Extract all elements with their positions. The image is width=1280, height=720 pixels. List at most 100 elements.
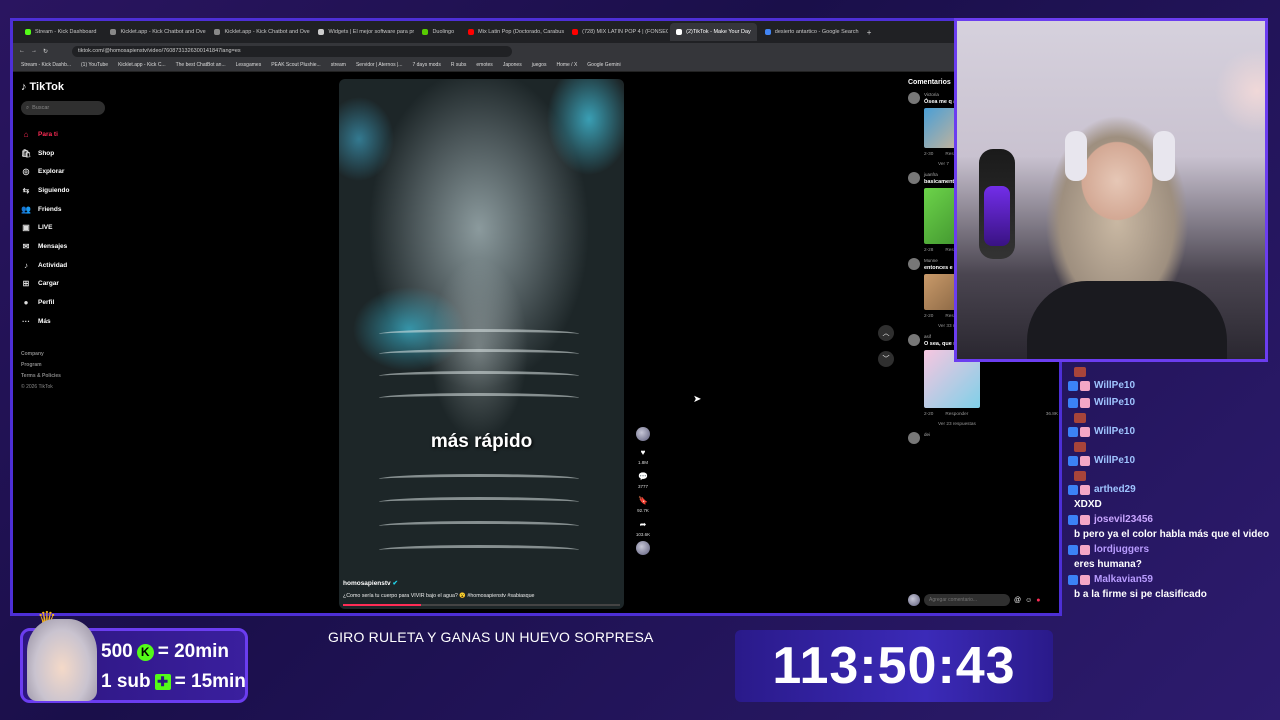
bookmark-item[interactable]: Stream - Kick Dashb... <box>21 62 71 68</box>
browser-tab[interactable]: Kicklet.app - Kick Chatbot and Overl <box>208 23 310 41</box>
mascot-avatar <box>27 619 97 701</box>
badge-icon <box>1068 426 1078 437</box>
sidebar-item-more[interactable]: ··· Más <box>21 312 121 331</box>
bookmark-item[interactable]: juegos <box>532 62 547 68</box>
music-disc-icon[interactable] <box>636 541 650 555</box>
sidebar-item-profile[interactable]: ● Perfil <box>21 293 121 312</box>
footer-terms-link[interactable]: Terms & Policies <box>21 371 121 382</box>
video-visual <box>379 497 579 507</box>
comment-icon[interactable]: 💬 <box>636 469 650 483</box>
chat-username[interactable]: WillPe10 <box>1094 397 1135 408</box>
commenter-avatar[interactable] <box>908 334 920 346</box>
bookmark-item[interactable]: Google Gemini <box>587 62 620 68</box>
subathon-timer: 113:50:43 <box>735 630 1053 702</box>
bookmark-item[interactable]: Kicklet.app - Kick C... <box>118 62 166 68</box>
commenter-avatar[interactable] <box>908 432 920 444</box>
browser-tab[interactable]: desierto antartico - Google Search <box>759 23 861 41</box>
badge-icon <box>1068 380 1078 391</box>
bookmark-item[interactable]: Lessgames <box>236 62 262 68</box>
chat-username[interactable]: WillPe10 <box>1094 426 1135 437</box>
webcam-feed <box>954 18 1268 362</box>
reply-button[interactable]: Responder <box>945 411 968 416</box>
emoji-icon[interactable]: ☺ <box>1025 597 1032 604</box>
sidebar-item-label: Friends <box>38 205 62 213</box>
bookmark-item[interactable]: stream <box>331 62 346 68</box>
browser-tab[interactable]: Duolingo <box>416 23 460 41</box>
tab-favicon-icon <box>25 29 31 35</box>
chat-username[interactable]: WillPe10 <box>1094 380 1135 391</box>
bookmark-item[interactable]: 7 days mods <box>412 62 440 68</box>
next-video-button[interactable]: ﹀ <box>878 351 894 367</box>
new-tab-button[interactable]: + <box>867 28 872 37</box>
footer-program-link[interactable]: Program <box>21 360 121 371</box>
browser-tab[interactable]: Mix Latin Pop (Doctorado, Carabuss <box>462 23 564 41</box>
bookmark-item[interactable]: The best ChatBot an... <box>176 62 226 68</box>
chat-message: arthed29 <box>1068 481 1273 498</box>
like-icon[interactable]: ♥ <box>636 445 650 459</box>
user-avatar <box>908 594 920 606</box>
bookmark-item[interactable]: R subs <box>451 62 467 68</box>
reload-icon[interactable]: ↻ <box>43 48 48 55</box>
back-icon[interactable]: ← <box>19 48 25 54</box>
video-progress-bar[interactable] <box>343 604 620 606</box>
live-icon: ▣ <box>22 223 30 233</box>
browser-tab[interactable]: (728) MIX LATIN POP 4 | (FONSEC <box>566 23 668 41</box>
sidebar-item-compass[interactable]: ◎ Explorar <box>21 162 121 181</box>
creator-avatar[interactable] <box>636 427 650 441</box>
sidebar-item-home[interactable]: ⌂ Para ti <box>21 125 121 144</box>
share-icon[interactable]: ➦ <box>636 517 650 531</box>
chat-username[interactable]: arthed29 <box>1094 484 1136 495</box>
badge-icon <box>1080 544 1090 555</box>
send-icon[interactable]: ● <box>1036 597 1040 604</box>
video-visual <box>379 329 579 339</box>
tiktok-logo[interactable]: ♪ TikTok <box>21 81 121 93</box>
forward-icon[interactable]: → <box>31 48 37 54</box>
verified-icon: ✔ <box>392 580 398 587</box>
bookmark-item[interactable]: PEAK Scout Plushie... <box>271 62 320 68</box>
chat-username[interactable]: lordjuggers <box>1094 544 1149 555</box>
video-visual <box>379 474 579 484</box>
url-bar[interactable]: tiktok.com/@homosapienstv/video/76087313… <box>72 45 513 57</box>
goal-subs: 1 sub ✚ = 15min <box>101 671 246 693</box>
video-player[interactable]: más rápido homosapienstv ✔ ¿Como sería t… <box>339 79 624 609</box>
sidebar-item-shop[interactable]: 🛍 Shop <box>21 144 121 163</box>
comment-date: 2-28 <box>924 247 934 252</box>
chat-username[interactable]: Malkavian59 <box>1094 574 1153 585</box>
sidebar-item-friends[interactable]: 👥 Friends <box>21 200 121 219</box>
sidebar-item-label: Shop <box>38 149 55 157</box>
commenter-avatar[interactable] <box>908 172 920 184</box>
bookmark-item[interactable]: emotes <box>476 62 492 68</box>
bookmark-item[interactable]: Japones <box>503 62 522 68</box>
browser-tab[interactable]: (2)TikTok - Make Your Day <box>670 23 757 41</box>
comment-username[interactable]: dei <box>924 432 1058 437</box>
search-input[interactable]: ⌕ Buscar <box>21 101 105 115</box>
sidebar-item-live[interactable]: ▣ LIVE <box>21 218 121 237</box>
bookmark-item[interactable]: Home / X <box>556 62 577 68</box>
browser-tab[interactable]: Kicklet.app - Kick Chatbot and Overl <box>104 23 206 41</box>
footer-company-link[interactable]: Company <box>21 349 121 360</box>
comment-count: 3777 <box>637 484 648 489</box>
sidebar-item-upload[interactable]: ⊞ Cargar <box>21 275 121 294</box>
video-author[interactable]: homosapienstv ✔ <box>343 579 398 587</box>
sidebar-item-label: Perfil <box>38 299 55 307</box>
video-progress-fill <box>343 604 421 606</box>
commenter-avatar[interactable] <box>908 92 920 104</box>
browser-tab[interactable]: Stream - Kick Dashboard <box>19 23 102 41</box>
view-replies-button[interactable]: Ver 23 respuestas <box>924 421 1058 426</box>
comment-input[interactable] <box>924 594 1010 606</box>
chat-username[interactable]: WillPe10 <box>1094 455 1135 466</box>
mention-icon[interactable]: @ <box>1014 597 1021 604</box>
bookmark-item[interactable]: (1) YouTube <box>81 62 108 68</box>
previous-video-button[interactable]: ︿ <box>878 325 894 341</box>
chat-username[interactable]: josevil23456 <box>1094 514 1153 525</box>
comment-like-count[interactable]: 36.8K <box>1046 411 1058 416</box>
tab-favicon-icon <box>676 29 683 35</box>
bookmark-item[interactable]: Servidor | Aternos |... <box>356 62 403 68</box>
sidebar-item-following[interactable]: ⇆ Siguiendo <box>21 181 121 200</box>
chevron-down-icon: ﹀ <box>882 356 890 363</box>
commenter-avatar[interactable] <box>908 258 920 270</box>
sidebar-item-activity[interactable]: ♪ Actividad <box>21 256 121 275</box>
sidebar-item-messages[interactable]: ✉ Mensajes <box>21 237 121 256</box>
bookmark-icon[interactable]: 🔖 <box>636 493 650 507</box>
browser-tab[interactable]: Widgets | El mejor software para pro <box>312 23 414 41</box>
